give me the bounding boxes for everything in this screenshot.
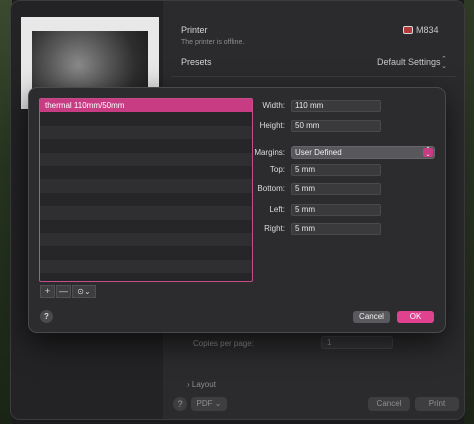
paper-size-item[interactable] <box>40 125 252 140</box>
layout-section-label[interactable]: › Layout <box>187 380 216 389</box>
ok-button[interactable]: OK <box>397 311 434 323</box>
paper-size-item[interactable] <box>40 246 252 260</box>
list-controls: + — ⊙⌄ <box>40 285 96 298</box>
select-arrows-icon: ⌃ ⌄ <box>423 147 433 158</box>
left-margin-field[interactable]: 5 mm <box>291 204 381 216</box>
paper-size-item[interactable] <box>40 206 252 220</box>
bottom-margin-field[interactable]: 5 mm <box>291 183 381 195</box>
printer-icon <box>403 26 413 34</box>
print-cancel-button[interactable]: Cancel <box>368 397 410 411</box>
remove-paper-size-button[interactable]: — <box>56 285 71 298</box>
custom-paper-size-sheet: thermal 110mm/50mm + — ⊙⌄ Width: 110 mm … <box>28 87 446 333</box>
paper-size-item[interactable] <box>40 219 252 233</box>
margins-value: User Defined <box>295 148 342 157</box>
cancel-button[interactable]: Cancel <box>353 311 390 323</box>
right-margin-label: Right: <box>264 224 285 233</box>
paper-size-item[interactable] <box>40 165 252 180</box>
paper-size-item[interactable] <box>40 192 252 207</box>
height-label: Height: <box>259 121 285 130</box>
desktop-background-right <box>464 0 474 424</box>
presets-select[interactable]: Default Settings <box>377 57 441 67</box>
paper-size-item[interactable] <box>40 232 252 247</box>
copies-per-page-label: Copies per page: <box>193 339 254 348</box>
paper-size-item[interactable] <box>40 152 252 166</box>
chevron-down-icon: ⌄ <box>214 399 222 408</box>
paper-size-item[interactable] <box>40 179 252 193</box>
width-field[interactable]: 110 mm <box>291 100 381 112</box>
help-button[interactable]: ? <box>40 310 53 323</box>
paper-size-item[interactable] <box>40 112 252 126</box>
bottom-margin-label: Bottom: <box>257 184 285 193</box>
margins-select[interactable]: User Defined ⌃ ⌄ <box>291 146 435 159</box>
printer-name[interactable]: M834 <box>416 25 439 35</box>
print-button[interactable]: Print <box>415 397 459 411</box>
paper-size-list[interactable]: thermal 110mm/50mm <box>39 98 253 282</box>
presets-chevron-icon: ⌃ ⌄ <box>441 56 447 70</box>
paper-size-item[interactable]: thermal 110mm/50mm <box>40 99 252 113</box>
width-label: Width: <box>262 101 285 110</box>
margins-label: Margins: <box>254 148 285 157</box>
presets-label: Presets <box>181 57 212 67</box>
layout-label: Layout <box>191 380 216 389</box>
more-options-button[interactable]: ⊙⌄ <box>72 285 96 298</box>
top-margin-field[interactable]: 5 mm <box>291 164 381 176</box>
right-margin-field[interactable]: 5 mm <box>291 223 381 235</box>
paper-size-item[interactable] <box>40 139 252 153</box>
printer-status: The printer is offline. <box>181 39 245 46</box>
left-margin-label: Left: <box>269 205 285 214</box>
top-margin-label: Top: <box>269 165 285 174</box>
paper-size-item[interactable] <box>40 259 252 274</box>
settings-divider <box>171 76 456 77</box>
copies-per-page-select[interactable]: 1 <box>321 336 393 349</box>
height-field[interactable]: 50 mm <box>291 120 381 132</box>
add-paper-size-button[interactable]: + <box>40 285 55 298</box>
printer-label: Printer <box>181 25 208 35</box>
pdf-label: PDF <box>196 399 213 408</box>
pdf-menu-button[interactable]: PDF ⌄ <box>191 397 227 411</box>
print-help-button[interactable]: ? <box>173 397 187 411</box>
